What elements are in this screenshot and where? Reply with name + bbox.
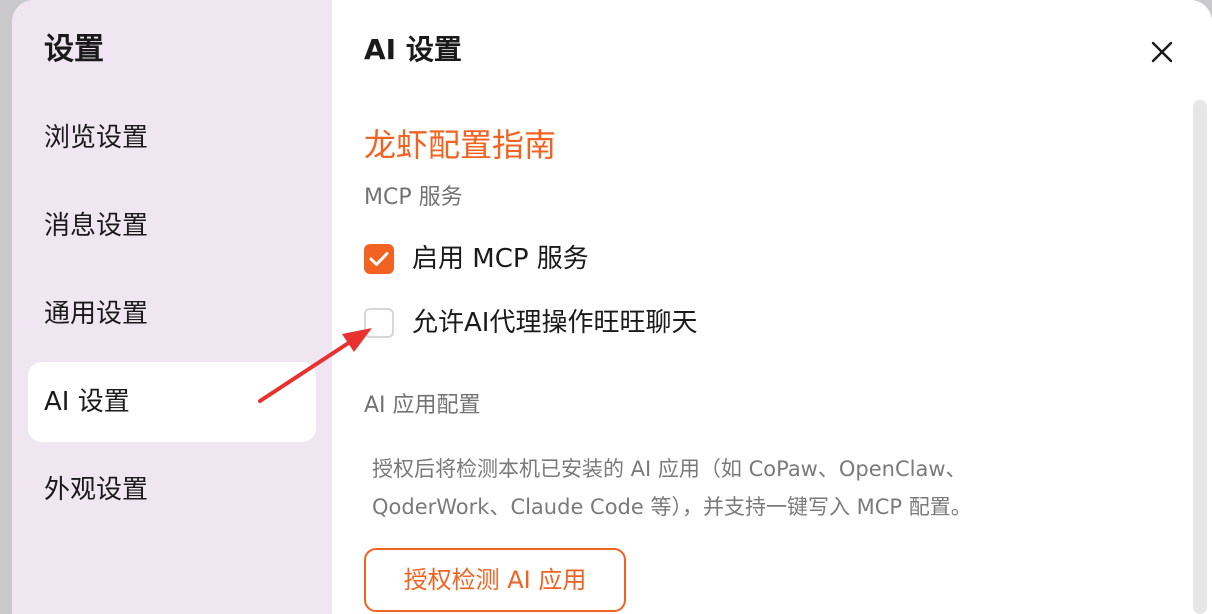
enable-mcp-option[interactable]: 启用 MCP 服务 <box>364 242 589 276</box>
sidebar-item-label: 外观设置 <box>44 475 149 505</box>
sidebar-item-label: 浏览设置 <box>44 123 149 153</box>
ai-app-section-label: AI 应用配置 <box>364 393 481 418</box>
sidebar-item-label: 消息设置 <box>44 211 149 241</box>
ai-app-description-line: 授权后将检测本机已安装的 AI 应用（如 CoPaw、OpenClaw、 <box>372 457 967 481</box>
sidebar-item-ai-settings[interactable]: AI 设置 <box>28 362 316 442</box>
sidebar-item-label: AI 设置 <box>44 387 130 417</box>
scrollbar[interactable] <box>1193 100 1207 614</box>
allow-ai-agent-chat-checkbox[interactable] <box>364 308 394 338</box>
mcp-section-label: MCP 服务 <box>364 185 463 210</box>
sidebar-item-appearance-settings[interactable]: 外观设置 <box>28 450 316 530</box>
authorize-detect-ai-apps-button[interactable]: 授权检测 AI 应用 <box>364 548 626 612</box>
settings-content: AI 设置 龙虾配置指南 MCP 服务 启用 MCP 服务 允许AI代理操作旺旺… <box>332 0 1212 614</box>
checkmark-icon <box>369 252 389 266</box>
allow-ai-agent-chat-option[interactable]: 允许AI代理操作旺旺聊天 <box>364 306 697 340</box>
lobster-config-guide-link[interactable]: 龙虾配置指南 <box>364 122 556 168</box>
enable-mcp-label: 启用 MCP 服务 <box>412 244 589 274</box>
ai-app-description: 授权后将检测本机已安装的 AI 应用（如 CoPaw、OpenClaw、 Qod… <box>372 450 1092 526</box>
settings-sidebar: 设置 浏览设置 消息设置 通用设置 AI 设置 外观设置 <box>12 0 332 614</box>
settings-window: 设置 浏览设置 消息设置 通用设置 AI 设置 外观设置 AI 设置 龙虾配置指… <box>12 0 1212 614</box>
sidebar-item-browse-settings[interactable]: 浏览设置 <box>28 98 316 178</box>
sidebar-title: 设置 <box>44 32 104 67</box>
allow-ai-agent-chat-label: 允许AI代理操作旺旺聊天 <box>412 308 698 338</box>
sidebar-item-label: 通用设置 <box>44 299 149 329</box>
sidebar-item-general-settings[interactable]: 通用设置 <box>28 274 316 354</box>
page-title: AI 设置 <box>364 33 462 66</box>
ai-app-description-line: QoderWork、Claude Code 等），并支持一键写入 MCP 配置。 <box>372 495 972 519</box>
close-icon <box>1151 41 1173 63</box>
enable-mcp-checkbox[interactable] <box>364 244 394 274</box>
sidebar-item-message-settings[interactable]: 消息设置 <box>28 186 316 266</box>
close-button[interactable] <box>1142 32 1182 72</box>
